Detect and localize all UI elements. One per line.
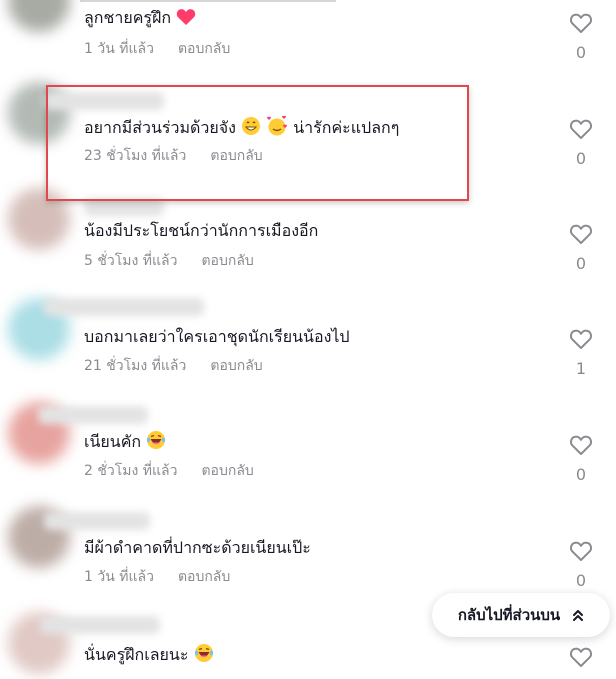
comment-meta: 1 วัน ที่แล้ว ตอบกลับ (84, 39, 230, 59)
username[interactable] (84, 198, 164, 216)
comment-text: นั่นครูฝึกเลยนะ (84, 645, 189, 664)
comment-text: อยากมีส่วนร่วมด้วยจัง (84, 118, 236, 137)
heart-outline-icon (569, 13, 593, 33)
avatar[interactable] (8, 0, 70, 32)
comment-meta: 5 ชั่วโมง ที่แล้ว ตอบกลับ (84, 251, 254, 271)
double-chevron-up-icon (573, 610, 584, 621)
comment-time: 1 วัน ที่แล้ว (84, 41, 154, 57)
comment-text-suffix: น่ารักค่ะแปลกๆ (293, 118, 400, 137)
like-count: 0 (575, 571, 587, 590)
comment-text-row: เนียนคัก (84, 430, 166, 456)
heart-emoji-icon (176, 8, 196, 32)
laughing-emoji-icon (146, 430, 166, 456)
heart-outline-icon (569, 224, 593, 244)
reply-button[interactable]: ตอบกลับ (178, 41, 230, 57)
comment-text: มีผ้าดำคาดที่ปากซะด้วยเนียนเป๊ะ (84, 538, 311, 557)
username[interactable] (40, 616, 160, 634)
smiling-hearts-emoji-icon (266, 115, 288, 142)
laughing-emoji-icon (194, 643, 214, 669)
comment-meta: 21 ชั่วโมง ที่แล้ว ตอบกลับ (84, 356, 263, 376)
avatar[interactable] (8, 188, 70, 250)
comment-time: 5 ชั่วโมง ที่แล้ว (84, 253, 178, 269)
grin-emoji-icon (241, 116, 261, 142)
username[interactable] (44, 298, 204, 316)
comment-time: 1 วัน ที่แล้ว (84, 569, 154, 585)
reply-button[interactable]: ตอบกลับ (201, 253, 253, 269)
back-to-top-button[interactable]: กลับไปที่ส่วนบน (432, 593, 610, 637)
like-button[interactable]: 0 (566, 12, 596, 64)
like-button[interactable]: 1 (566, 328, 596, 380)
reply-button[interactable]: ตอบกลับ (201, 463, 253, 479)
like-count: 0 (575, 254, 587, 273)
reply-button[interactable]: ตอบกลับ (210, 358, 262, 374)
comment-text-row: อยากมีส่วนร่วมด้วยจัง น่ารักค่ะแปลกๆ (84, 115, 400, 142)
like-button[interactable] (566, 646, 596, 668)
comment-time: 2 ชั่วโมง ที่แล้ว (84, 463, 178, 479)
divider (80, 0, 336, 2)
reply-button[interactable]: ตอบกลับ (178, 569, 230, 585)
heart-outline-icon (569, 119, 593, 139)
like-button[interactable]: 0 (566, 118, 596, 170)
heart-outline-icon (569, 647, 593, 667)
comment-time: 23 ชั่วโมง ที่แล้ว (84, 148, 187, 164)
username[interactable] (38, 406, 148, 424)
like-button[interactable]: 0 (566, 434, 596, 486)
heart-outline-icon (569, 435, 593, 455)
comment-text: น้องมีประโยชน์กว่านักการเมืองอีก (84, 221, 319, 240)
comment-meta: 1 วัน ที่แล้ว ตอบกลับ (84, 567, 230, 587)
comment-text-row: ลูกชายครูฝึก (84, 7, 196, 32)
like-count: 0 (575, 43, 587, 62)
like-count: 0 (575, 465, 587, 484)
username[interactable] (44, 512, 150, 530)
comment-text: ลูกชายครูฝึก (84, 8, 172, 27)
comment-meta: 23 ชั่วโมง ที่แล้ว ตอบกลับ (84, 146, 263, 166)
username[interactable] (44, 92, 164, 110)
heart-outline-icon (569, 541, 593, 561)
like-count: 1 (575, 359, 587, 378)
like-button[interactable]: 0 (566, 540, 596, 592)
comment-text: บอกมาเลยว่าใครเอาชุดนักเรียนน้องไป (84, 327, 350, 346)
like-count: 0 (575, 149, 587, 168)
comment-meta: 2 ชั่วโมง ที่แล้ว ตอบกลับ (84, 461, 254, 481)
comment-time: 21 ชั่วโมง ที่แล้ว (84, 358, 187, 374)
like-button[interactable]: 0 (566, 223, 596, 275)
heart-outline-icon (569, 329, 593, 349)
comment-text: เนียนคัก (84, 432, 142, 451)
back-to-top-label: กลับไปที่ส่วนบน (457, 606, 561, 624)
comment-text-row: นั่นครูฝึกเลยนะ (84, 643, 214, 669)
reply-button[interactable]: ตอบกลับ (210, 148, 262, 164)
